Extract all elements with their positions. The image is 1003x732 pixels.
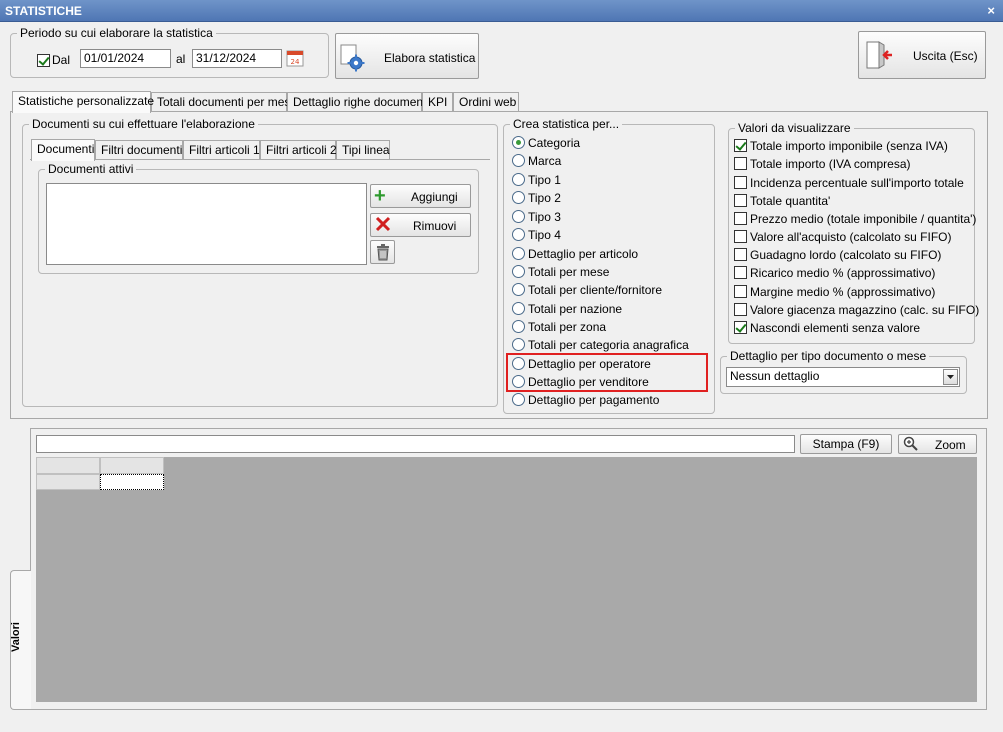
radio-tipo-4[interactable]: Tipo 4 xyxy=(512,226,561,244)
plus-icon: + xyxy=(374,185,386,207)
results-grid[interactable] xyxy=(36,457,977,702)
check-valore-acquisto[interactable]: Valore all'acquisto (calcolato su FIFO) xyxy=(734,228,951,246)
red-x-icon xyxy=(375,216,391,235)
radio-tipo-3[interactable]: Tipo 3 xyxy=(512,208,561,226)
radio-totali-cliente-fornitore[interactable]: Totali per cliente/fornitore xyxy=(512,281,662,299)
zoom-button[interactable]: Zoom xyxy=(898,434,977,454)
uscita-label: Uscita (Esc) xyxy=(913,49,978,63)
tab-documenti[interactable]: Documenti xyxy=(31,139,95,161)
grid-row-header[interactable] xyxy=(36,474,100,490)
dettaglio-tipo-label: Dettaglio per tipo documento o mese xyxy=(727,349,930,363)
dettaglio-tipo-value: Nessun dettaglio xyxy=(730,369,820,383)
tab-valori-label: Valori xyxy=(9,622,22,652)
uscita-button[interactable]: Uscita (Esc) xyxy=(858,31,986,79)
tab-dettaglio-righe-documenti[interactable]: Dettaglio righe documenti xyxy=(287,92,429,112)
crea-statistica-label: Crea statistica per... xyxy=(510,117,623,131)
dal-date-input[interactable]: 01/01/2024 xyxy=(80,49,171,68)
tab-filtri-articoli-1[interactable]: Filtri articoli 1 xyxy=(183,140,260,160)
calendar-icon[interactable]: 24 xyxy=(286,49,304,67)
radio-tipo-2[interactable]: Tipo 2 xyxy=(512,189,561,207)
calendar-day: 24 xyxy=(291,58,300,66)
dettaglio-tipo-select[interactable]: Nessun dettaglio xyxy=(726,367,960,387)
tab-statistiche-personalizzate[interactable]: Statistiche personalizzate xyxy=(12,91,154,113)
gear-document-icon xyxy=(340,44,366,75)
check-imponibile[interactable]: Totale importo imponibile (senza IVA) xyxy=(734,137,948,155)
tab-ordini-web[interactable]: Ordini web xyxy=(453,92,519,112)
grid-header-corner xyxy=(36,457,100,474)
trash-button[interactable] xyxy=(370,240,395,264)
check-prezzo-medio[interactable]: Prezzo medio (totale imponibile / quanti… xyxy=(734,210,976,228)
check-nascondi-vuoti[interactable]: Nascondi elementi senza valore xyxy=(734,319,920,337)
radio-categoria[interactable]: Categoria xyxy=(512,134,580,152)
tab-totali-documenti-mese[interactable]: Totali documenti per mese xyxy=(151,92,297,112)
radio-totali-mese[interactable]: Totali per mese xyxy=(512,263,609,281)
radio-totali-nazione[interactable]: Totali per nazione xyxy=(512,300,622,318)
window-titlebar: STATISTICHE × xyxy=(0,0,1003,22)
tab-filtri-documenti[interactable]: Filtri documenti xyxy=(95,140,183,160)
dal-label: Dal xyxy=(52,53,71,67)
documenti-attivi-label: Documenti attivi xyxy=(45,162,137,176)
grid-selected-cell[interactable] xyxy=(100,474,164,490)
results-search-input[interactable] xyxy=(36,435,795,453)
al-label: al xyxy=(176,52,186,66)
valori-label: Valori da visualizzare xyxy=(735,121,854,135)
grid-header-cell[interactable] xyxy=(100,457,164,474)
aggiungi-button[interactable]: + Aggiungi xyxy=(370,184,471,208)
radio-marca[interactable]: Marca xyxy=(512,152,561,170)
highlight-box xyxy=(506,353,708,392)
zoom-icon xyxy=(903,436,918,454)
window-title: STATISTICHE xyxy=(5,4,82,18)
al-date-input[interactable]: 31/12/2024 xyxy=(192,49,282,68)
tab-valori[interactable]: Valori xyxy=(10,570,31,710)
rimuovi-button[interactable]: Rimuovi xyxy=(370,213,471,237)
periodo-group: Periodo su cui elaborare la statistica D… xyxy=(10,26,329,78)
rimuovi-label: Rimuovi xyxy=(413,219,457,233)
check-incidenza[interactable]: Incidenza percentuale sull'importo total… xyxy=(734,174,964,192)
check-ricarico-medio[interactable]: Ricarico medio % (approssimativo) xyxy=(734,264,935,282)
check-margine-medio[interactable]: Margine medio % (approssimativo) xyxy=(734,283,935,301)
dal-checkbox[interactable] xyxy=(37,54,50,68)
exit-door-icon xyxy=(865,40,893,73)
elabora-statistica-label: Elabora statistica xyxy=(384,51,476,65)
documenti-group-label: Documenti su cui effettuare l'elaborazio… xyxy=(29,117,258,131)
documenti-attivi-list[interactable] xyxy=(46,183,367,265)
tab-tipi-linea[interactable]: Tipi linea xyxy=(336,140,390,160)
elabora-statistica-button[interactable]: Elabora statistica xyxy=(335,33,479,79)
check-importo-iva[interactable]: Totale importo (IVA compresa) xyxy=(734,155,911,173)
trash-icon xyxy=(375,244,391,264)
valori-options: Totale importo imponibile (senza IVA) To… xyxy=(734,137,979,337)
radio-dettaglio-pagamento[interactable]: Dettaglio per pagamento xyxy=(512,391,659,409)
check-guadagno-lordo[interactable]: Guadagno lordo (calcolato su FIFO) xyxy=(734,246,941,264)
tab-filtri-articoli-2[interactable]: Filtri articoli 2 xyxy=(260,140,337,160)
periodo-label: Periodo su cui elaborare la statistica xyxy=(17,26,216,40)
tab-kpi[interactable]: KPI xyxy=(422,92,453,112)
radio-totali-categoria-anagrafica[interactable]: Totali per categoria anagrafica xyxy=(512,336,689,354)
radio-dettaglio-articolo[interactable]: Dettaglio per articolo xyxy=(512,245,638,263)
radio-totali-zona[interactable]: Totali per zona xyxy=(512,318,606,336)
close-icon[interactable]: × xyxy=(987,0,995,22)
sub-tabs-divider xyxy=(30,159,490,160)
aggiungi-label: Aggiungi xyxy=(411,190,458,204)
check-valore-giacenza[interactable]: Valore giacenza magazzino (calc. su FIFO… xyxy=(734,301,979,319)
radio-tipo-1[interactable]: Tipo 1 xyxy=(512,171,561,189)
stampa-button[interactable]: Stampa (F9) xyxy=(800,434,892,454)
chevron-down-icon[interactable] xyxy=(943,369,958,385)
zoom-label: Zoom xyxy=(935,438,966,452)
check-quantita[interactable]: Totale quantita' xyxy=(734,192,830,210)
radio-categoria-control[interactable] xyxy=(512,136,525,150)
